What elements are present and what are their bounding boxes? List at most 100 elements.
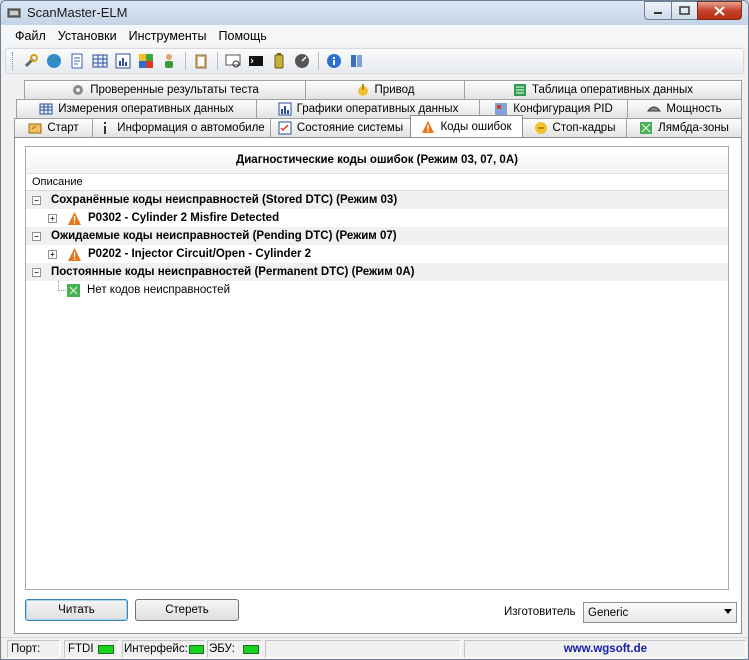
menu-tools[interactable]: Инструменты: [123, 29, 213, 43]
palette-icon[interactable]: [136, 51, 156, 71]
dtc-group-stored[interactable]: − Сохранённые коды неисправностей (Store…: [26, 191, 728, 209]
maximize-button[interactable]: [671, 1, 697, 20]
tab-label: Информация о автомобиле: [117, 122, 265, 134]
info-icon: [104, 122, 107, 134]
ok-icon: [67, 283, 80, 297]
tab-label: Проверенные результаты теста: [90, 84, 259, 96]
toolbar: [5, 48, 744, 74]
ecu-label: ЭБУ:: [209, 643, 235, 655]
tab-label: Мощность: [666, 103, 722, 115]
stop-icon: [534, 122, 547, 134]
tab-live-measurements[interactable]: Измерения оперативных данных: [16, 99, 257, 118]
terminal-icon[interactable]: [223, 51, 243, 71]
dtc-item-stored[interactable]: + P0302 - Cylinder 2 Misfire Detected: [26, 209, 728, 227]
minimize-icon: [654, 11, 662, 14]
maximize-icon: [679, 6, 690, 15]
checklist-icon: [278, 121, 292, 135]
tab-test-results[interactable]: Проверенные результаты теста: [24, 80, 306, 99]
status-interface: Интерфейс:: [122, 640, 205, 658]
read-button[interactable]: Читать: [25, 599, 128, 621]
warning-icon: [68, 247, 81, 261]
manufacturer-value: Generic: [588, 606, 629, 619]
tab-row-3: Старт Информация о автомобиле Состояние …: [1, 115, 748, 137]
wrench-icon[interactable]: [21, 51, 41, 71]
collapse-icon[interactable]: −: [32, 195, 41, 205]
tab-label: Привод: [374, 84, 415, 96]
status-ftdi: FTDI: [64, 640, 119, 658]
dtc-group-pending[interactable]: − Ожидаемые коды неисправностей (Pending…: [26, 227, 728, 245]
chart-icon[interactable]: [113, 51, 133, 71]
toolbar-separator: [318, 52, 319, 70]
person-icon[interactable]: [159, 51, 179, 71]
battery-icon[interactable]: [269, 51, 289, 71]
menu-settings[interactable]: Установки: [52, 29, 123, 43]
table-icon[interactable]: [90, 51, 110, 71]
tab-freeze-frames[interactable]: Стоп-кадры: [522, 118, 627, 137]
tab-label: Конфигурация PID: [513, 103, 613, 115]
collapse-icon[interactable]: −: [32, 231, 41, 241]
manufacturer-select[interactable]: Generic: [583, 602, 737, 623]
clipboard-icon[interactable]: [191, 51, 211, 71]
tab-power[interactable]: Мощность: [627, 99, 742, 118]
ecu-led: [242, 644, 259, 654]
window-controls: [644, 1, 742, 21]
tab-drive[interactable]: Привод: [305, 80, 465, 99]
expand-icon[interactable]: +: [48, 249, 57, 259]
start-icon: [28, 123, 42, 134]
tree-connector: [58, 290, 66, 291]
status-port: Порт:: [7, 640, 60, 658]
toolbar-separator: [217, 52, 218, 70]
tab-label: Стоп-кадры: [552, 122, 616, 134]
minimize-button[interactable]: [644, 1, 671, 20]
interface-led: [188, 644, 204, 654]
tab-start[interactable]: Старт: [14, 118, 93, 137]
dtc-code: P0302 - Cylinder 2 Misfire Detected: [88, 212, 280, 224]
menu-file[interactable]: Файл: [9, 29, 52, 43]
globe-icon[interactable]: [44, 51, 64, 71]
tab-label: Таблица оперативных данных: [531, 84, 694, 96]
tab-lambda-sensors[interactable]: Лямбда-зоны: [626, 118, 742, 137]
info-icon[interactable]: [324, 51, 344, 71]
book-icon[interactable]: [347, 51, 367, 71]
expand-icon[interactable]: +: [48, 213, 57, 223]
collapse-icon[interactable]: −: [32, 267, 41, 277]
tab-vehicle-info[interactable]: Информация о автомобиле: [92, 118, 271, 137]
group-label: Сохранённые коды неисправностей (Stored …: [51, 194, 398, 206]
close-button[interactable]: [697, 1, 742, 20]
tab-row-1: Проверенные результаты теста Привод Табл…: [1, 80, 748, 99]
dtc-item-pending[interactable]: + P0202 - Injector Circuit/Open - Cylind…: [26, 245, 728, 263]
list-icon: [513, 84, 526, 96]
title-bar: ScanMaster-ELM: [1, 1, 748, 25]
group-label: Постоянные коды неисправностей (Permanen…: [51, 266, 415, 278]
config-icon: [495, 103, 508, 115]
clear-button[interactable]: Стереть: [135, 599, 239, 621]
console-icon[interactable]: [246, 51, 266, 71]
manufacturer-label: Изготовитель: [504, 606, 576, 618]
tab-row-2: Измерения оперативных данных Графики опе…: [1, 99, 748, 118]
no-codes-label: Нет кодов неисправностей: [87, 284, 230, 296]
tab-system-status[interactable]: Состояние системы: [270, 118, 411, 137]
app-icon: [7, 8, 21, 18]
warning-icon: [68, 211, 81, 225]
toolbar-grip[interactable]: [12, 52, 15, 70]
ftdi-label: FTDI: [68, 643, 94, 655]
tab-error-codes[interactable]: Коды ошибок: [410, 115, 523, 137]
toolbar-separator: [185, 52, 186, 70]
menu-help[interactable]: Помощь: [213, 29, 273, 43]
gear-icon: [73, 85, 84, 95]
port-label: Порт:: [11, 643, 41, 655]
error-codes-panel: Диагностические коды ошибок (Режим 03, 0…: [14, 137, 742, 634]
gauge-icon[interactable]: [292, 51, 312, 71]
tab-live-data-table[interactable]: Таблица оперативных данных: [464, 80, 742, 99]
dtc-tree: Диагностические коды ошибок (Режим 03, 0…: [25, 146, 729, 590]
dtc-code: P0202 - Injector Circuit/Open - Cylinder…: [88, 248, 312, 260]
table-icon: [39, 103, 53, 115]
group-label: Ожидаемые коды неисправностей (Pending D…: [51, 230, 397, 242]
dtc-item-permanent[interactable]: Нет кодов неисправностей: [26, 281, 728, 299]
window-title: ScanMaster-ELM: [27, 5, 128, 20]
warning-icon: [422, 120, 435, 133]
column-header-description[interactable]: Описание: [26, 174, 728, 191]
document-icon[interactable]: [67, 51, 87, 71]
website-link[interactable]: www.wgsoft.de: [564, 643, 647, 655]
dtc-group-permanent[interactable]: − Постоянные коды неисправностей (Perman…: [26, 263, 728, 281]
